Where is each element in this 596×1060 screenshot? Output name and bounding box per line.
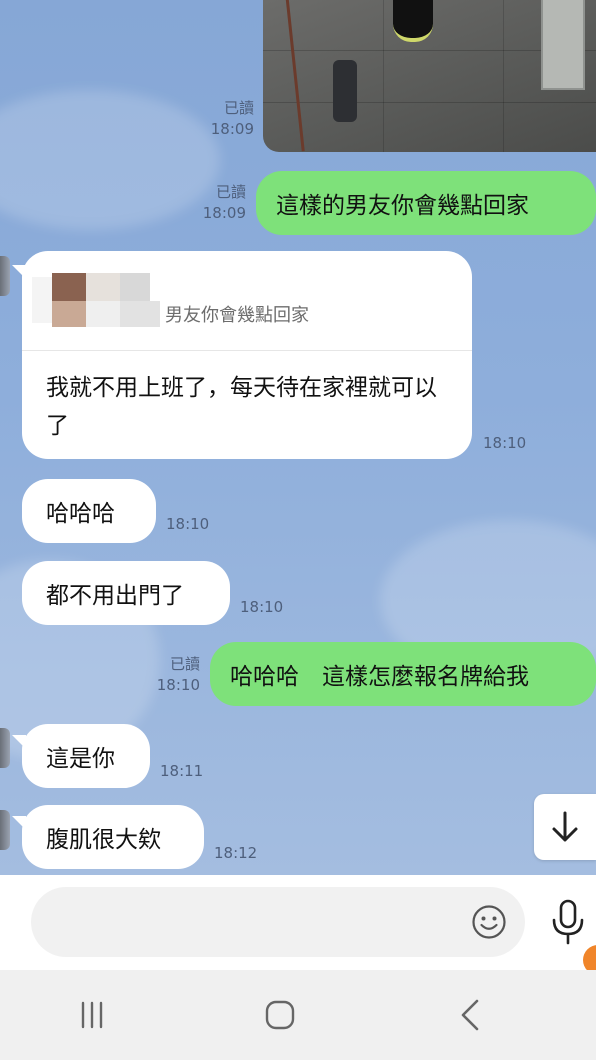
photo-message[interactable] (263, 0, 596, 152)
incoming-message[interactable]: 腹肌很大欸 (22, 805, 204, 869)
photo-meta: 已讀 18:09 (200, 98, 254, 140)
system-navigation-bar (0, 970, 596, 1060)
message-time: 18:12 (214, 844, 258, 862)
message-time: 18:09 (202, 204, 246, 222)
divider (22, 350, 472, 351)
quoted-text: 男友你會幾點回家 (165, 305, 309, 326)
out2-meta: 已讀 18:10 (146, 654, 200, 696)
message-text: 這樣的男友你會幾點回家 (276, 193, 529, 219)
incoming-message[interactable]: 都不用出門了 (22, 561, 230, 625)
message-input-bar (0, 875, 596, 970)
read-receipt: 已讀 (223, 99, 254, 117)
home-icon (265, 1000, 295, 1030)
home-button[interactable] (258, 995, 302, 1035)
sender-avatar[interactable] (0, 256, 10, 296)
outgoing-message[interactable]: 哈哈哈 這樣怎麼報名牌給我 (210, 642, 596, 706)
message-time: 18:10 (483, 434, 527, 452)
reply-message[interactable]: 男友你會幾點回家 我就不用上班了，每天待在家裡就可以了 (22, 251, 472, 459)
photo-stand (541, 0, 585, 90)
message-time: 18:10 (240, 598, 284, 616)
message-text: 哈哈哈 (46, 501, 115, 527)
arrow-down-icon (552, 811, 578, 842)
background-cloud (0, 90, 220, 230)
voice-message-button[interactable] (549, 899, 587, 945)
emoji-button[interactable] (471, 904, 507, 940)
chat-area[interactable]: 已讀 18:09 已讀 18:09 這樣的男友你會幾點回家 男友你會幾點回家 我… (0, 0, 596, 875)
message-text: 我就不用上班了，每天待在家裡就可以了 (46, 375, 437, 439)
out1-meta: 已讀 18:09 (192, 182, 246, 224)
microphone-icon (552, 899, 584, 945)
photo-pole (285, 0, 305, 152)
quoted-thumbnail (32, 273, 172, 327)
recent-apps-icon (81, 1001, 103, 1029)
message-text: 這是你 (46, 746, 115, 772)
message-input[interactable] (49, 887, 473, 959)
back-button[interactable] (448, 995, 492, 1035)
read-receipt: 已讀 (169, 655, 200, 673)
smiley-icon (472, 905, 506, 939)
sender-avatar[interactable] (0, 728, 10, 768)
message-text: 腹肌很大欸 (46, 827, 161, 853)
message-time: 18:11 (160, 762, 204, 780)
incoming-message[interactable]: 哈哈哈 (22, 479, 156, 543)
scroll-to-bottom-button[interactable] (534, 794, 596, 860)
message-time: 18:10 (156, 676, 200, 694)
message-text: 都不用出門了 (46, 583, 184, 609)
message-text: 哈哈哈 這樣怎麼報名牌給我 (230, 664, 529, 690)
back-icon (461, 999, 479, 1031)
read-receipt: 已讀 (215, 183, 246, 201)
sender-avatar[interactable] (0, 810, 10, 850)
outgoing-message[interactable]: 這樣的男友你會幾點回家 (256, 171, 596, 235)
message-input-container[interactable] (31, 887, 525, 959)
photo-bottle (333, 60, 357, 122)
message-time: 18:10 (166, 515, 210, 533)
incoming-message[interactable]: 這是你 (22, 724, 150, 788)
message-time: 18:09 (210, 120, 254, 138)
photo-shoe (393, 0, 433, 42)
recent-apps-button[interactable] (70, 995, 114, 1035)
